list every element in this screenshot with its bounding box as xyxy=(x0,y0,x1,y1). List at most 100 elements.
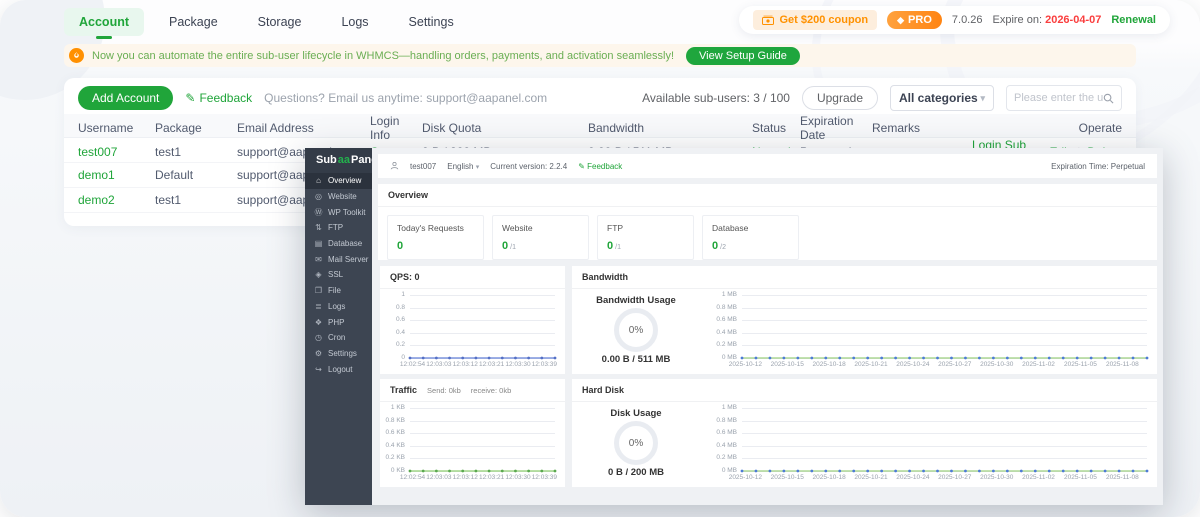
col-header: Username xyxy=(78,121,155,135)
username-link[interactable]: test007 xyxy=(78,145,155,159)
stat-value: 0 xyxy=(397,240,474,252)
money-icon xyxy=(762,15,774,25)
col-header: Remarks xyxy=(872,121,972,135)
sidebar-item-php[interactable]: ❖PHP xyxy=(305,314,372,330)
sidebar-item-ftp[interactable]: ⇅FTP xyxy=(305,220,372,236)
line-series xyxy=(380,401,565,487)
username-link[interactable]: demo2 xyxy=(78,193,155,207)
app-window: Account Package Storage Logs Settings Get $2… xyxy=(0,0,1200,517)
col-header: Operate xyxy=(972,121,1122,135)
expiration-time-text: Expiration Time: Perpetual xyxy=(1051,162,1145,171)
sidebar-item-mail-server[interactable]: ✉Mail Server xyxy=(305,251,372,267)
username-search xyxy=(1006,85,1122,111)
col-header: Disk Quota xyxy=(422,121,588,135)
sidebar-item-database[interactable]: ▤Database xyxy=(305,236,372,252)
settings-icon: ⚙ xyxy=(314,349,323,358)
table-header: UsernamePackageEmail AddressLogin InfoDi… xyxy=(64,114,1136,138)
line-series xyxy=(700,288,1157,374)
version-text: Current version: 2.2.4 xyxy=(490,162,567,171)
tab-settings[interactable]: Settings xyxy=(394,8,469,36)
search-input[interactable] xyxy=(1014,92,1103,104)
tab-package[interactable]: Package xyxy=(154,8,233,36)
bandwidth-gauge: Bandwidth Usage 0% 0.00 B / 511 MB xyxy=(572,288,700,374)
sub-panel-sidebar: SubaaPanel ⌂Overview◎WebsiteⓌWP Toolkit⇅… xyxy=(305,148,372,505)
user-icon xyxy=(390,161,399,172)
sidebar-item-label: PHP xyxy=(328,318,344,327)
col-header: Status xyxy=(752,121,800,135)
harddisk-chart-card: Hard Disk Disk Usage 0% 0 B / 200 MB 1 M… xyxy=(572,379,1157,487)
file-icon: ❐ xyxy=(314,286,323,295)
stat-suffix: /1 xyxy=(615,244,621,251)
edit-icon: ✎ xyxy=(185,91,195,105)
qps-title: QPS: 0 xyxy=(380,266,565,289)
support-email-text: Questions? Email us anytime: support@aap… xyxy=(264,91,547,105)
traffic-receive-label: receive: 0kb xyxy=(471,386,511,395)
stat-value: 0/1 xyxy=(502,240,579,252)
col-header: Bandwidth xyxy=(588,121,752,135)
traffic-chart-card: Traffic Send: 0kb receive: 0kb 1 KB0.8 K… xyxy=(380,379,565,487)
traffic-chart: 1 KB0.8 KB0.6 KB0.4 KB0.2 KB0 KB12:02:54… xyxy=(380,401,565,487)
top-tabs: Account Package Storage Logs Settings xyxy=(64,8,469,36)
logs-icon: ≣ xyxy=(314,302,323,311)
overview-title: Overview xyxy=(378,184,1157,207)
qps-chart-card: QPS: 0 10.80.60.40.2012:02:5412:03:0312:… xyxy=(380,266,565,374)
col-header: Email Address xyxy=(237,121,370,135)
expire-label: Expire on: xyxy=(992,14,1042,26)
renewal-link[interactable]: Renewal xyxy=(1111,14,1156,26)
category-selected-value: All categories xyxy=(899,91,978,105)
pro-badge[interactable]: ◆ PRO xyxy=(887,11,942,29)
sidebar-item-website[interactable]: ◎Website xyxy=(305,189,372,205)
sidebar-item-label: Mail Server xyxy=(328,255,368,264)
username-link[interactable]: demo1 xyxy=(78,168,155,182)
col-header: Login Info xyxy=(370,114,422,142)
stat-card-today-s-requests: Today's Requests 0 xyxy=(387,215,484,260)
sub-feedback-link[interactable]: ✎ Feedback xyxy=(578,162,622,171)
line-series xyxy=(380,288,565,374)
coupon-button[interactable]: Get $200 coupon xyxy=(753,10,877,30)
col-header: Package xyxy=(155,121,237,135)
sidebar-item-overview[interactable]: ⌂Overview xyxy=(305,173,372,189)
tab-storage[interactable]: Storage xyxy=(243,8,317,36)
stat-value: 0/1 xyxy=(607,240,684,252)
logo-text-accent: aa xyxy=(338,154,350,166)
upgrade-button[interactable]: Upgrade xyxy=(802,86,878,110)
sidebar-item-label: Database xyxy=(328,239,362,248)
edit-icon: ✎ xyxy=(578,162,585,171)
package-cell: test1 xyxy=(155,145,237,159)
home-icon: ⌂ xyxy=(314,176,323,185)
globe-icon: ◎ xyxy=(314,192,323,201)
chevron-down-icon: ▾ xyxy=(980,93,985,104)
tab-logs[interactable]: Logs xyxy=(326,8,383,36)
sidebar-item-file[interactable]: ❐ File xyxy=(305,283,372,299)
flame-icon xyxy=(69,48,84,63)
sidebar-menu: ⌂Overview◎WebsiteⓌWP Toolkit⇅FTP▤Databas… xyxy=(305,173,372,377)
tab-account[interactable]: Account xyxy=(64,8,144,36)
sidebar-item-label: File xyxy=(328,286,341,295)
sidebar-item-cron[interactable]: ◷Cron xyxy=(305,330,372,346)
sidebar-item-settings[interactable]: ⚙Settings xyxy=(305,346,372,362)
sidebar-item-label: FTP xyxy=(328,223,343,232)
category-select[interactable]: All categories ▾ xyxy=(890,85,994,111)
harddisk-title: Hard Disk xyxy=(572,379,1157,402)
banner-text: Now you can automate the entire sub-user… xyxy=(92,50,674,62)
add-account-button[interactable]: Add Account xyxy=(78,86,173,110)
sidebar-item-ssl[interactable]: ◈SSL xyxy=(305,267,372,283)
overview-section: Overview Today's Requests0Website0/1FTP0… xyxy=(378,184,1157,260)
view-setup-guide-button[interactable]: View Setup Guide xyxy=(686,47,800,65)
coupon-label: Get $200 coupon xyxy=(779,14,868,26)
language-select[interactable]: English ▾ xyxy=(447,162,479,171)
sidebar-item-logout[interactable]: ↪Logout xyxy=(305,361,372,377)
feedback-link[interactable]: ✎ Feedback xyxy=(185,91,252,105)
sidebar-item-label: Logout xyxy=(328,365,352,374)
stat-label: Website xyxy=(502,223,579,233)
account-status-bar: Get $200 coupon ◆ PRO 7.0.26 Expire on: … xyxy=(739,6,1170,34)
promo-banner: Now you can automate the entire sub-user… xyxy=(64,44,1136,67)
search-icon[interactable] xyxy=(1103,93,1114,104)
sidebar-item-wp-toolkit[interactable]: ⓌWP Toolkit xyxy=(305,204,372,220)
bandwidth-chart: 1 MB0.8 MB0.6 MB0.4 MB0.2 MB0 MB2025-10-… xyxy=(700,288,1157,374)
stat-value: 0/2 xyxy=(712,240,789,252)
stat-label: Today's Requests xyxy=(397,223,474,233)
sidebar-item-logs[interactable]: ≣Logs xyxy=(305,299,372,315)
pro-label: PRO xyxy=(908,14,932,26)
gem-icon: ◆ xyxy=(897,15,904,26)
